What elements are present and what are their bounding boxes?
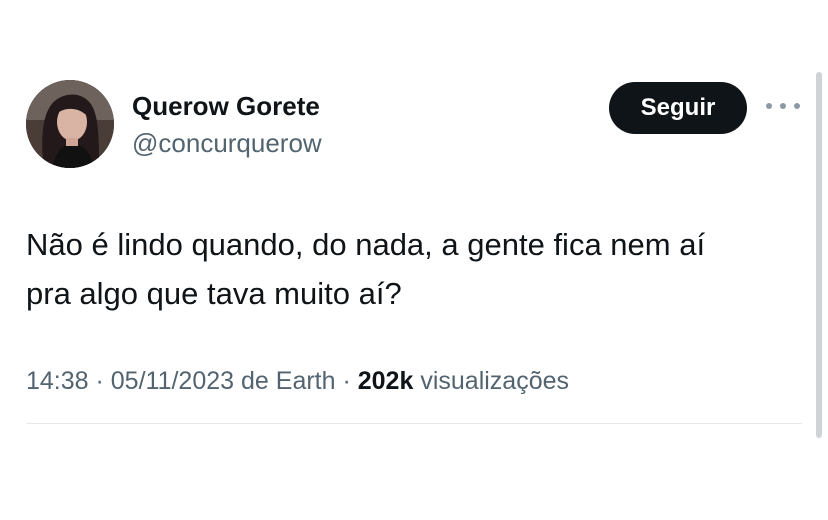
tweet-card: Querow Gorete @concurquerow Seguir Não é…	[0, 0, 828, 520]
tweet-source: de Earth	[241, 367, 336, 395]
meta-separator: ·	[88, 367, 111, 395]
more-dot	[794, 103, 800, 109]
tweet-text-line: Não é lindo quando, do nada, a gente fic…	[26, 227, 706, 262]
more-dot	[766, 103, 772, 109]
divider	[26, 423, 802, 424]
scrollbar[interactable]	[816, 72, 822, 438]
profile-photo-icon	[26, 80, 114, 168]
avatar[interactable]	[26, 80, 114, 168]
follow-button[interactable]: Seguir	[609, 82, 747, 134]
tweet-time[interactable]: 14:38	[26, 367, 89, 395]
meta-separator: ·	[335, 367, 358, 395]
views-count[interactable]: 202k	[358, 367, 414, 395]
views-label: visualizações	[420, 367, 570, 395]
author-display-name[interactable]: Querow Gorete	[132, 90, 320, 122]
tweet-meta: 14:38 · 05/11/2023 de Earth · 202k visua…	[26, 364, 569, 398]
more-horizontal-icon[interactable]	[766, 96, 800, 116]
tweet-text: Não é lindo quando, do nada, a gente fic…	[26, 220, 786, 318]
more-dot	[780, 103, 786, 109]
author-handle[interactable]: @concurquerow	[132, 127, 322, 159]
tweet-date[interactable]: 05/11/2023	[111, 367, 234, 395]
tweet-text-line: pra algo que tava muito aí?	[26, 276, 402, 311]
